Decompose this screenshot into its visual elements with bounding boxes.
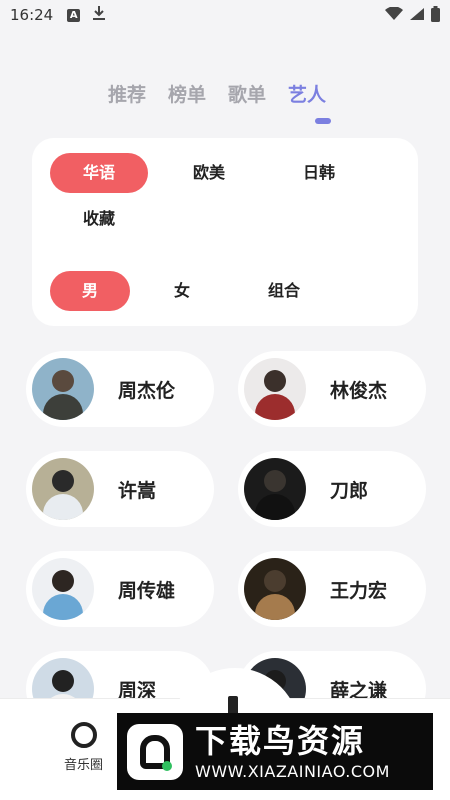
- filter-favorites[interactable]: 收藏: [50, 199, 148, 239]
- app-a-icon: A: [67, 8, 81, 22]
- nav-music-circle-label: 音乐圈: [64, 758, 104, 773]
- music-circle-icon: [70, 722, 97, 748]
- artist-name: 周杰伦: [118, 379, 176, 402]
- signal-icon: [409, 7, 425, 25]
- artist-card[interactable]: 林俊杰: [238, 351, 426, 427]
- artist-filter-panel: 华语 欧美 日韩 收藏 男 女 组合: [32, 138, 418, 326]
- filter-group[interactable]: 组合: [244, 271, 324, 311]
- artist-card[interactable]: 许嵩: [26, 451, 214, 527]
- filter-chinese[interactable]: 华语: [50, 153, 148, 193]
- filter-female[interactable]: 女: [142, 271, 222, 311]
- watermark-title: 下载鸟资源: [195, 722, 366, 760]
- artist-card[interactable]: 周杰伦: [26, 351, 214, 427]
- artist-avatar: [244, 358, 306, 420]
- bird-logo-icon: [127, 723, 183, 780]
- tab-charts[interactable]: 榜单: [168, 80, 206, 107]
- artist-card[interactable]: 王力宏: [238, 551, 426, 627]
- artist-name: 许嵩: [118, 479, 157, 502]
- artist-name: 林俊杰: [330, 379, 388, 402]
- artist-avatar: [32, 358, 94, 420]
- tab-artists[interactable]: 艺人: [288, 80, 326, 107]
- artist-name: 周传雄: [118, 579, 176, 602]
- tab-playlists[interactable]: 歌单: [228, 80, 266, 107]
- watermark-banner: 下载鸟资源 WWW.XIAZAINIAO.COM: [117, 713, 433, 790]
- artist-name: 王力宏: [330, 579, 388, 602]
- artist-avatar: [32, 458, 94, 520]
- artist-card[interactable]: 刀郎: [238, 451, 426, 527]
- status-time: 16:24: [10, 6, 54, 24]
- artist-avatar: [244, 458, 306, 520]
- artist-avatar: [32, 558, 94, 620]
- status-bar: 16:24 A: [0, 0, 450, 30]
- artist-card[interactable]: 周传雄: [26, 551, 214, 627]
- nav-music-circle[interactable]: 音乐圈: [64, 722, 103, 773]
- filter-western[interactable]: 欧美: [160, 153, 258, 193]
- wifi-icon: [385, 6, 403, 25]
- download-icon: [92, 5, 106, 25]
- watermark-url: WWW.XIAZAINIAO.COM: [195, 762, 390, 781]
- artist-avatar: [244, 558, 306, 620]
- battery-icon: [431, 6, 440, 26]
- tab-recommend[interactable]: 推荐: [108, 80, 146, 107]
- filter-male[interactable]: 男: [50, 271, 130, 311]
- top-tabs: 推荐 榜单 歌单 艺人: [108, 80, 326, 107]
- filter-jp-kr[interactable]: 日韩: [270, 153, 368, 193]
- artist-name: 刀郎: [330, 479, 369, 502]
- active-tab-indicator: [315, 118, 331, 124]
